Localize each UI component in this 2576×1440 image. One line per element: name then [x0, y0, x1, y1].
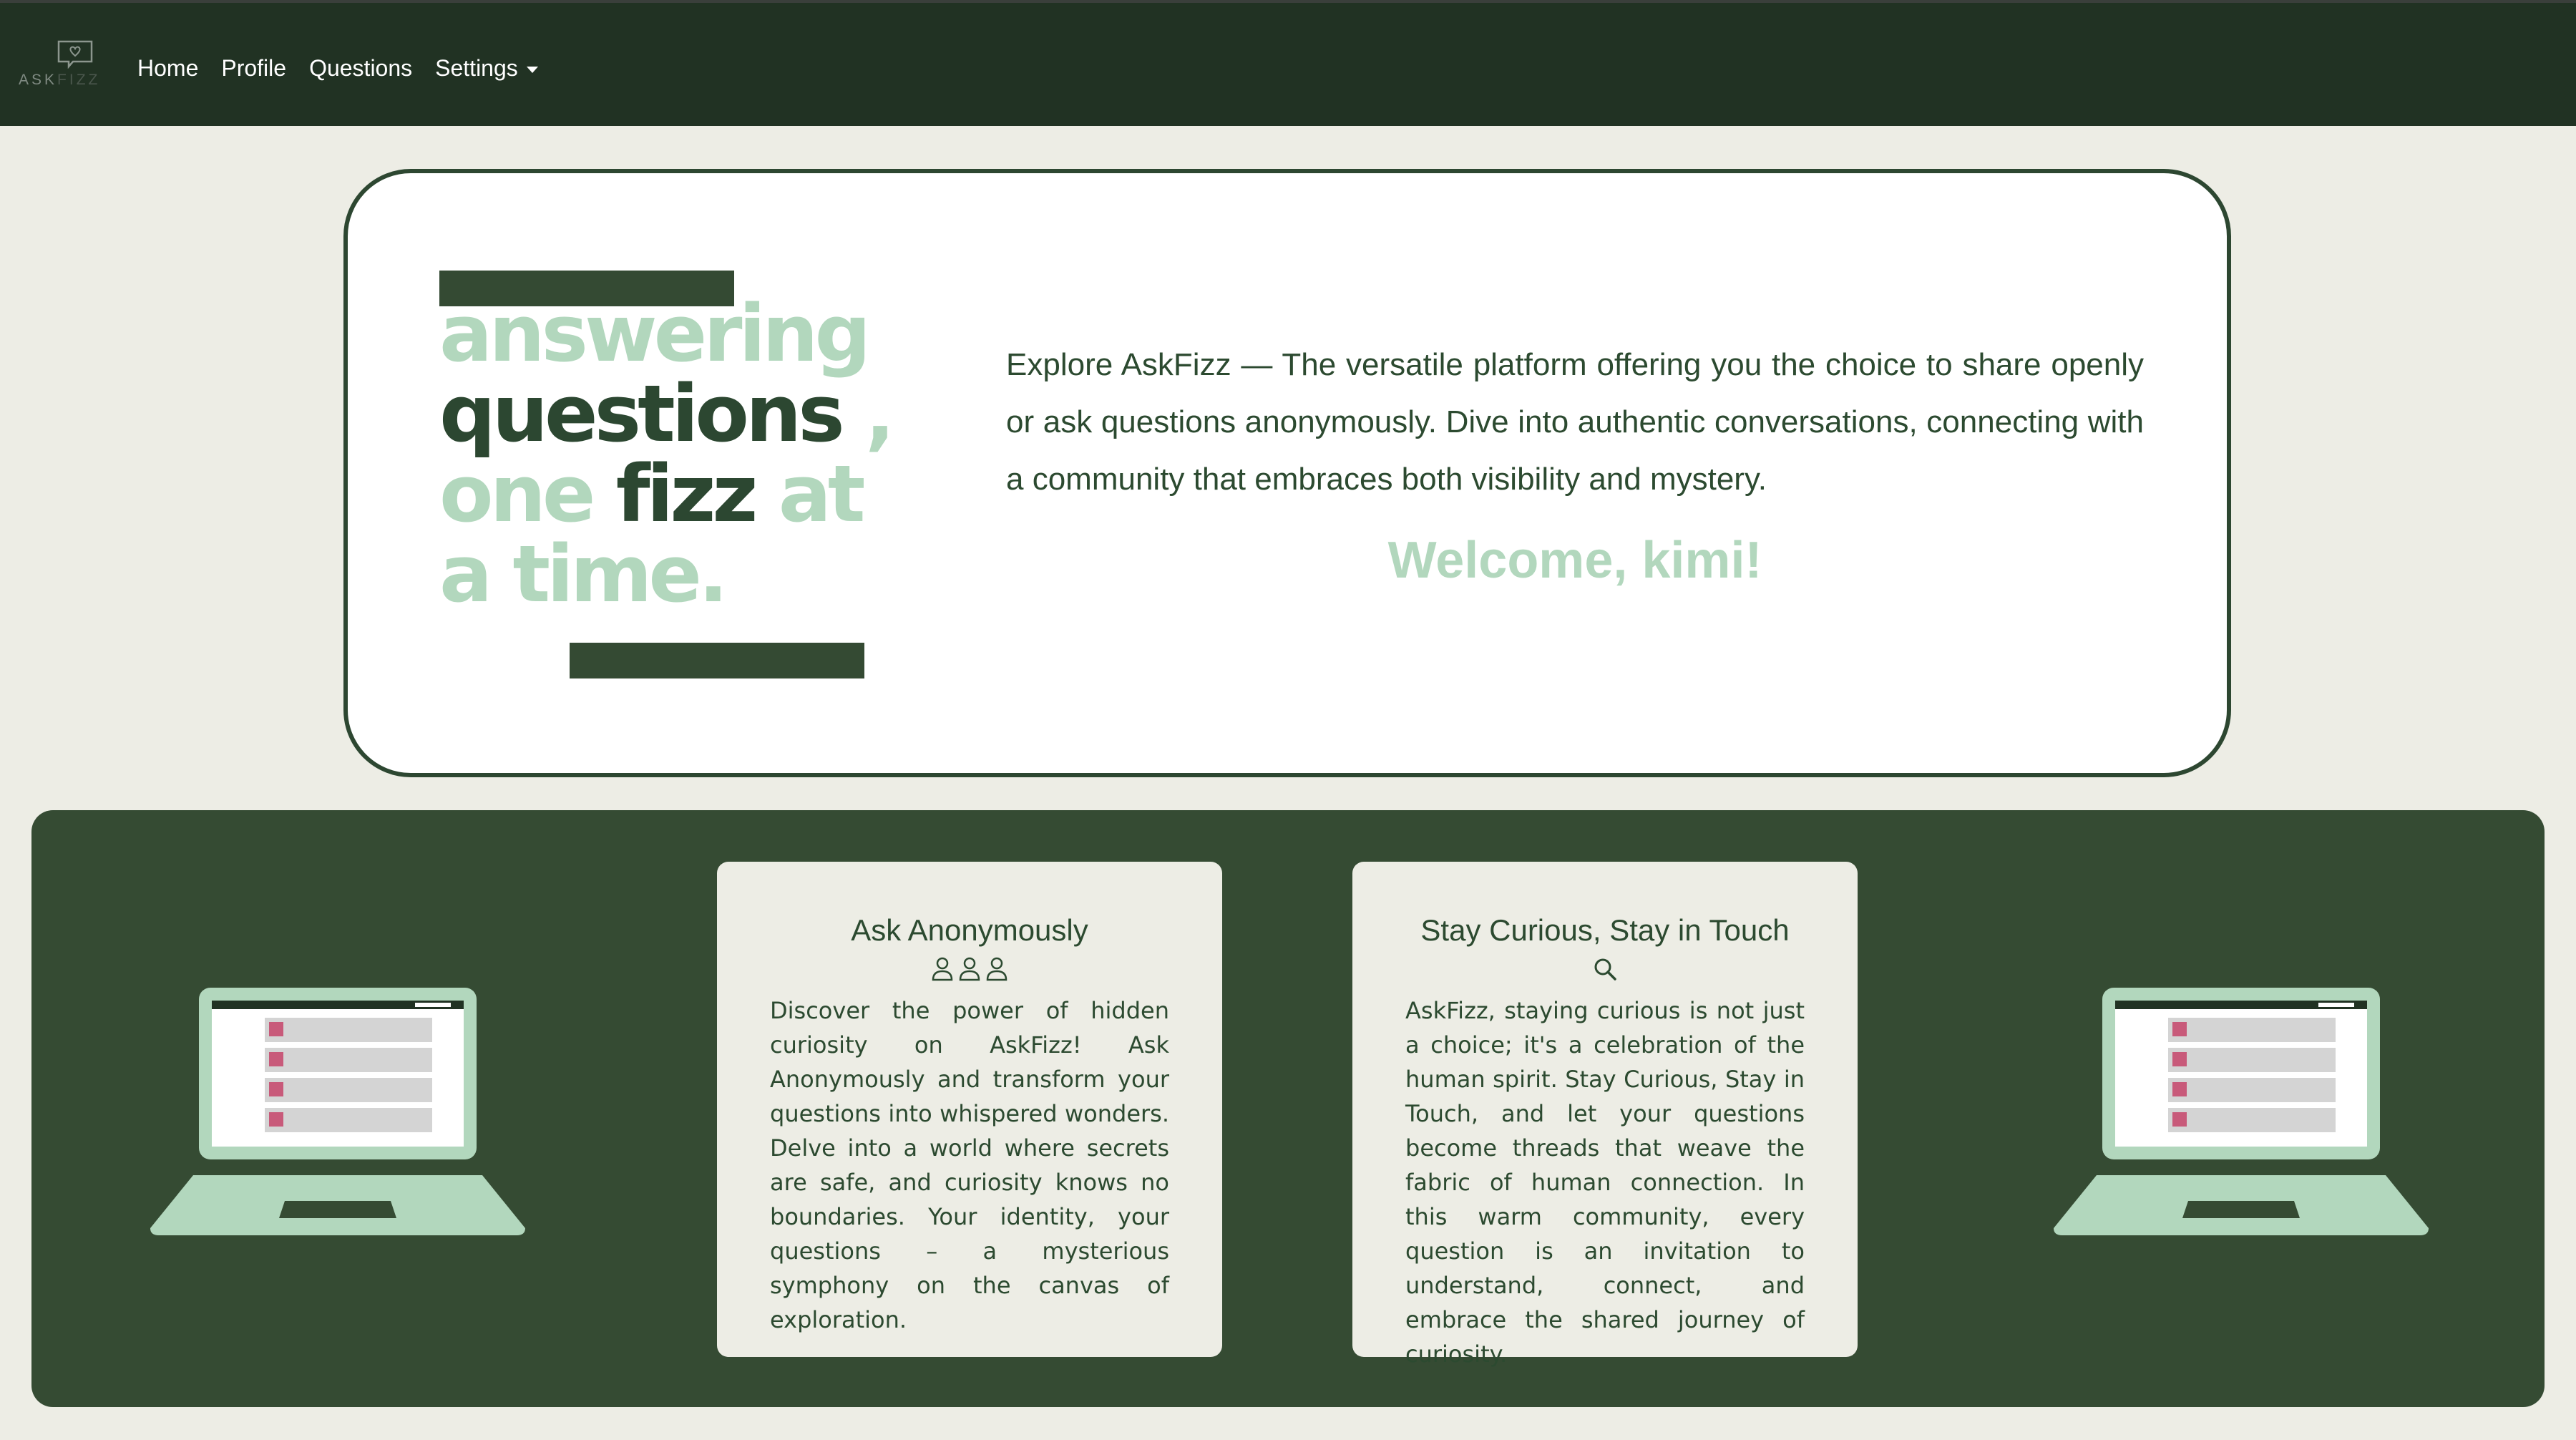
nav-profile[interactable]: Profile	[221, 55, 286, 82]
hero-panel: answering questions , one fizz at a time…	[343, 169, 2231, 777]
card-text: AskFizz, staying curious is not just a c…	[1405, 997, 1805, 1368]
nav-settings-label: Settings	[435, 54, 518, 81]
tagline-word: questions	[439, 368, 845, 459]
tagline-word: answering	[439, 288, 871, 379]
tagline-word: ,	[865, 368, 895, 459]
tagline-word: one	[439, 448, 595, 540]
nav-home[interactable]: Home	[137, 55, 198, 82]
laptop-illustration	[150, 988, 525, 1235]
tagline-word: fizz	[615, 448, 758, 540]
hero-tagline: answering questions , one fizz at a time…	[439, 293, 897, 614]
search-icon	[1352, 956, 1858, 982]
tagline-word: a time.	[439, 528, 728, 620]
askfizz-logo[interactable]: ASKFIZZ	[19, 40, 103, 92]
caret-down-icon	[526, 66, 538, 73]
users-icon	[717, 956, 1222, 982]
card-title: Ask Anonymously	[851, 913, 1088, 947]
decorative-bar-bottom	[570, 643, 864, 678]
welcome-message: Welcome, kimi!	[1387, 532, 1762, 589]
nav-settings-dropdown[interactable]: Settings	[435, 55, 538, 82]
logo-text: ASKFIZZ	[19, 72, 101, 88]
feature-card-stay-curious: Stay Curious, Stay in Touch AskFizz, sta…	[1352, 862, 1858, 1368]
chat-heart-icon	[57, 40, 93, 69]
features-section: Ask Anonymously Discover the power of hi…	[31, 810, 2545, 1407]
hero-description: Explore AskFizz — The versatile platform…	[1006, 347, 2144, 497]
card-title: Stay Curious, Stay in Touch	[1420, 913, 1790, 947]
navbar: ASKFIZZ Home Profile Questions Settings	[0, 0, 2576, 126]
tagline-word: at	[778, 448, 866, 540]
nav-links: Home Profile Questions Settings	[137, 52, 561, 84]
nav-questions[interactable]: Questions	[309, 55, 412, 82]
feature-card-ask-anonymously: Ask Anonymously Discover the power of hi…	[717, 862, 1222, 1357]
card-text: Discover the power of hidden curiosity o…	[770, 997, 1169, 1333]
laptop-illustration	[2054, 988, 2429, 1235]
